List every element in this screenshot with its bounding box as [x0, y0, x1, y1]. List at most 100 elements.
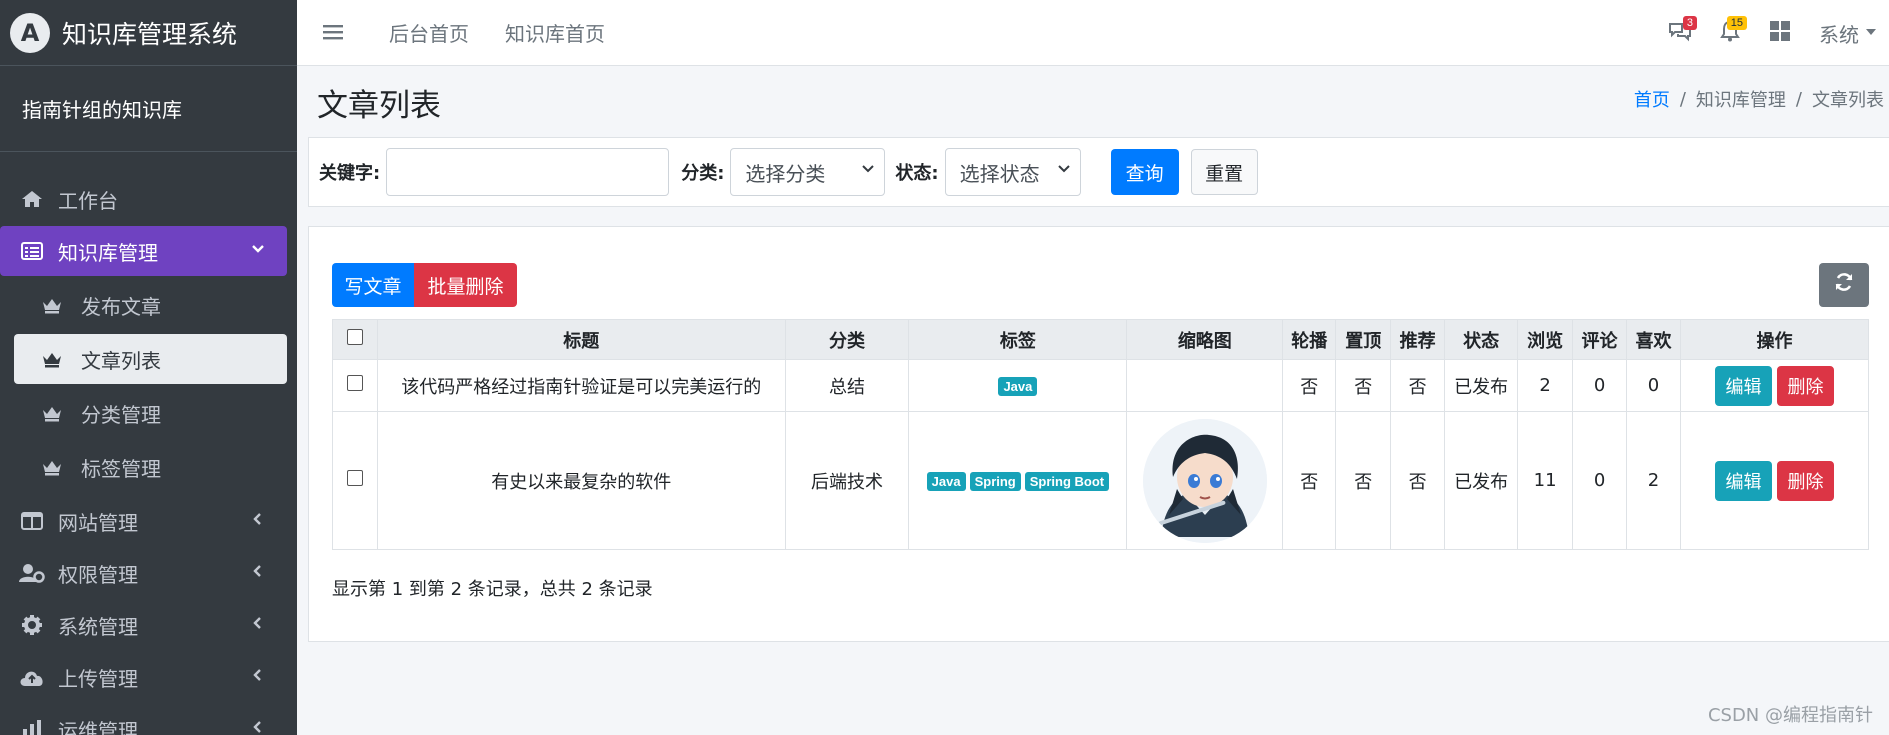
row-checkbox[interactable] — [346, 375, 363, 391]
cell-comments: 0 — [1572, 359, 1628, 412]
select-all-checkbox[interactable] — [346, 329, 363, 345]
sidebar-item-label: 上传管理 — [58, 666, 138, 691]
sidebar-item-system[interactable]: 系统管理 — [0, 600, 287, 650]
edit-button[interactable]: 编辑 — [1714, 460, 1772, 501]
column-header[interactable]: 状态 — [1444, 319, 1519, 360]
column-header[interactable]: 缩略图 — [1126, 319, 1284, 360]
columns-icon — [18, 509, 46, 533]
sidebar-item-ops[interactable]: 运维管理 — [0, 704, 287, 735]
cell-top: 否 — [1335, 411, 1392, 550]
sidebar-item-label: 网站管理 — [58, 510, 138, 535]
sidebar-subitem-publish[interactable]: 发布文章 — [14, 280, 287, 330]
query-button[interactable]: 查询 — [1110, 149, 1179, 195]
table-row[interactable]: 有史以来最复杂的软件 后端技术 JavaSpringSpring Boot — [332, 411, 1870, 550]
home-icon — [18, 187, 46, 211]
sidebar-item-website[interactable]: 网站管理 — [0, 496, 287, 546]
delete-button[interactable]: 删除 — [1776, 460, 1834, 501]
top-navbar: 后台首页 知识库首页 3 15 系统 — [297, 0, 1889, 66]
delete-button[interactable]: 删除 — [1776, 365, 1834, 406]
write-article-button[interactable]: 写文章 — [332, 263, 414, 307]
edit-button[interactable]: 编辑 — [1714, 365, 1772, 406]
messages-count-badge: 3 — [1682, 16, 1697, 30]
table-row[interactable]: 该代码严格经过指南针验证是可以完美运行的 总结 Java 否 否 否 已发布 2… — [332, 359, 1870, 412]
cell-views: 11 — [1517, 411, 1574, 550]
sidebar-item-label: 知识库管理 — [58, 240, 158, 265]
crown-icon — [39, 294, 65, 316]
tag-badge: Java — [926, 472, 966, 491]
crown-icon — [39, 402, 65, 424]
breadcrumb-home[interactable]: 首页 — [1634, 86, 1670, 112]
column-header[interactable]: 置顶 — [1335, 319, 1392, 360]
column-header[interactable]: 轮播 — [1282, 319, 1337, 360]
brand[interactable]: A 知识库管理系统 — [0, 0, 297, 66]
select-all-cell — [332, 319, 378, 360]
sidebar-item-label: 运维管理 — [58, 718, 138, 735]
cell-carousel: 否 — [1282, 359, 1337, 412]
nav-link-kb-home[interactable]: 知识库首页 — [505, 18, 605, 47]
article-table: 标题 分类 标签 缩略图 轮播 置顶 推荐 状态 浏览 评论 喜欢 操作 该代码… — [332, 319, 1870, 550]
sidebar-subitem-article-list[interactable]: 文章列表 — [14, 334, 287, 384]
category-label: 分类: — [681, 163, 725, 184]
breadcrumb-separator: / — [1679, 88, 1686, 110]
cell-carousel: 否 — [1282, 411, 1337, 550]
chevron-down-icon — [862, 162, 875, 178]
sidebar-item-upload[interactable]: 上传管理 — [0, 652, 287, 702]
category-select-value: 选择分类 — [745, 161, 826, 186]
hamburger-menu-icon[interactable] — [323, 19, 353, 47]
category-select[interactable]: 选择分类 — [730, 148, 886, 196]
keyword-label: 关键字: — [319, 163, 381, 184]
system-menu-label: 系统 — [1819, 22, 1859, 47]
breadcrumb-current: 文章列表 — [1812, 90, 1884, 111]
column-header[interactable]: 分类 — [784, 319, 910, 360]
sidebar: A 知识库管理系统 指南针组的知识库 工作台 知识库管理 发布文章 文章列表 分… — [0, 0, 297, 735]
thumbnail-image[interactable] — [1142, 418, 1267, 543]
grid-icon — [1770, 21, 1790, 45]
column-header[interactable]: 评论 — [1572, 319, 1628, 360]
apps-grid-button[interactable] — [1755, 13, 1805, 53]
column-header[interactable]: 标签 — [908, 319, 1128, 360]
notifications-count-badge: 15 — [1726, 16, 1747, 30]
batch-delete-button[interactable]: 批量删除 — [414, 263, 517, 307]
chevron-left-icon — [251, 614, 265, 635]
sidebar-subitem-label: 发布文章 — [81, 294, 161, 319]
column-header[interactable]: 喜欢 — [1626, 319, 1681, 360]
sidebar-subitem-tags[interactable]: 标签管理 — [14, 442, 287, 492]
chevron-left-icon — [251, 562, 265, 583]
list-alt-icon — [18, 239, 46, 263]
column-header[interactable]: 推荐 — [1390, 319, 1446, 360]
cell-likes: 0 — [1626, 359, 1681, 412]
row-select-cell — [332, 411, 378, 550]
cell-recommend: 否 — [1390, 411, 1446, 550]
chevron-down-icon — [1057, 162, 1070, 178]
keyword-input[interactable] — [386, 148, 670, 196]
refresh-button[interactable] — [1819, 263, 1869, 307]
cell-recommend: 否 — [1390, 359, 1446, 412]
sidebar-item-label: 系统管理 — [58, 614, 138, 639]
system-dropdown[interactable]: 系统 — [1819, 19, 1877, 48]
messages-button[interactable]: 3 — [1655, 13, 1705, 53]
notifications-button[interactable]: 15 — [1705, 13, 1755, 53]
sidebar-item-dashboard[interactable]: 工作台 — [0, 174, 287, 224]
cell-category: 后端技术 — [784, 411, 910, 550]
cell-likes: 2 — [1626, 411, 1681, 550]
user-panel[interactable]: 指南针组的知识库 — [0, 66, 297, 152]
reset-button[interactable]: 重置 — [1190, 149, 1258, 195]
nav-link-admin-home[interactable]: 后台首页 — [389, 18, 469, 47]
cell-title[interactable]: 有史以来最复杂的软件 — [376, 411, 786, 550]
sidebar-item-knowledge[interactable]: 知识库管理 — [0, 226, 287, 276]
breadcrumb-kb: 知识库管理 — [1695, 90, 1786, 111]
column-header[interactable]: 标题 — [376, 319, 786, 360]
cell-title[interactable]: 该代码严格经过指南针验证是可以完美运行的 — [376, 359, 786, 412]
status-select-value: 选择状态 — [959, 161, 1040, 186]
sidebar-subitem-category[interactable]: 分类管理 — [14, 388, 287, 438]
article-list-card: 写文章 批量删除 标题 分类 标签 缩略图 轮播 置顶 推荐 状态 浏览 评论 … — [308, 226, 1889, 642]
cell-status: 已发布 — [1444, 411, 1519, 550]
sidebar-item-permission[interactable]: 权限管理 — [0, 548, 287, 598]
cell-views: 2 — [1517, 359, 1574, 412]
status-select[interactable]: 选择状态 — [944, 148, 1081, 196]
user-cog-icon — [18, 561, 46, 585]
row-checkbox[interactable] — [346, 470, 363, 486]
column-header[interactable]: 浏览 — [1517, 319, 1574, 360]
cell-thumbnail — [1126, 359, 1284, 412]
chevron-left-icon — [251, 510, 265, 531]
